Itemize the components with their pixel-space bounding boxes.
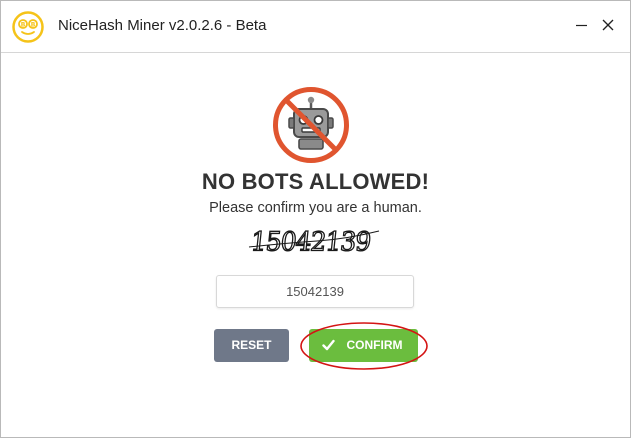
confirm-button[interactable]: CONFIRM (309, 329, 418, 362)
captcha-image: 15042139 (247, 225, 383, 259)
reset-button[interactable]: RESET (214, 329, 289, 362)
minimize-button[interactable] (571, 14, 593, 36)
confirm-button-label: CONFIRM (346, 338, 403, 352)
page-title: NO BOTS ALLOWED! (201, 169, 430, 194)
close-button[interactable] (597, 14, 619, 36)
captcha-dialog: NO BOTS ALLOWED! Please confirm you are … (1, 53, 630, 437)
app-window: B B NiceHash Miner v2.0.2.6 - Beta NO BO… (0, 0, 631, 438)
no-robot-icon (273, 87, 349, 163)
svg-text:B: B (31, 21, 36, 28)
svg-text:B: B (21, 21, 26, 28)
captcha-code: 15042139 (249, 226, 373, 258)
instruction-text: Please confirm you are a human. (209, 200, 422, 216)
reset-button-label: RESET (231, 338, 272, 352)
captcha-input[interactable] (216, 275, 414, 308)
window-title: NiceHash Miner v2.0.2.6 - Beta (58, 17, 267, 34)
check-icon (322, 339, 335, 351)
nicehash-logo-icon: B B (12, 11, 44, 43)
title-bar[interactable]: B B NiceHash Miner v2.0.2.6 - Beta (1, 1, 630, 53)
